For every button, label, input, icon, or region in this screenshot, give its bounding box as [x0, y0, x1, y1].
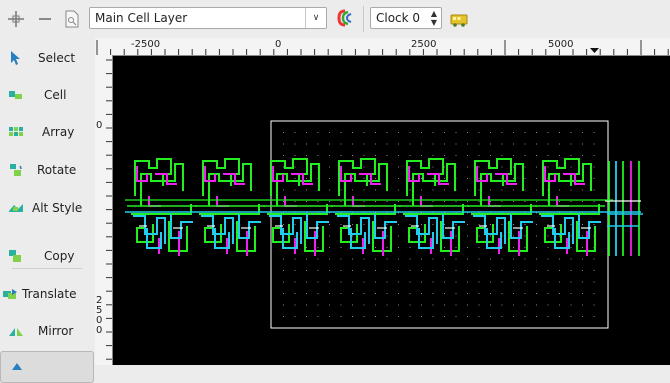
layer-select-value: Main Cell Layer [95, 11, 188, 25]
clock-spinbox[interactable]: Clock 0 ▲ ▼ [370, 7, 442, 29]
minus-icon[interactable] [35, 9, 55, 29]
alt-style-tool-label: Alt Style [32, 201, 83, 215]
horizontal-ruler: -2500 0 2500 5000 [95, 38, 670, 56]
cell-tool-button[interactable]: Cell [0, 80, 94, 110]
selection-box[interactable] [270, 120, 609, 329]
toolbar: Main Cell Layer ∨ Clock 0 ▲ ▼ [0, 0, 670, 38]
circuit-tail[interactable] [605, 161, 643, 256]
circuit-cell[interactable] [467, 158, 537, 256]
circuit-cell[interactable] [127, 158, 197, 256]
circuit-cell[interactable] [331, 158, 401, 256]
next-tool-button[interactable] [0, 351, 94, 383]
spin-arrows-icon[interactable]: ▲ ▼ [429, 9, 439, 27]
partial-tool-icon [12, 363, 22, 370]
copy-tool-label: Copy [44, 249, 75, 263]
layer-colors-icon[interactable] [335, 8, 355, 28]
translate-tool-button[interactable]: Translate [0, 279, 94, 309]
alt-style-icon [9, 204, 23, 212]
circuit-layout[interactable] [113, 56, 670, 365]
array-icon [9, 127, 23, 136]
document-icon[interactable] [62, 9, 82, 29]
circuit-cell[interactable] [263, 158, 333, 256]
circuit-cell[interactable] [399, 158, 469, 256]
select-tool-label: Select [38, 51, 76, 65]
translate-icon [3, 289, 17, 299]
layout-canvas[interactable] [113, 56, 670, 365]
select-tool-button[interactable]: Select [0, 43, 94, 73]
array-tool-button[interactable]: Array [0, 117, 94, 147]
ruler-label-2500: 2500 [411, 39, 437, 50]
cell-tool-label: Cell [44, 88, 67, 102]
vruler-label-0: 0 [96, 120, 103, 131]
layer-select[interactable]: Main Cell Layer ∨ [89, 7, 327, 29]
rotate-tool-button[interactable]: Rotate [0, 155, 94, 185]
ruler-marker-icon [590, 48, 599, 53]
chevron-down-icon[interactable]: ∨ [305, 8, 326, 28]
vruler-label-0c: 0 [96, 325, 103, 336]
select-arrow-icon [11, 51, 20, 65]
mirror-icon [9, 328, 23, 336]
cell-icon [9, 91, 22, 99]
ruler-label-5000: 5000 [548, 39, 574, 50]
crosshair-icon[interactable] [6, 9, 26, 29]
circuit-cell[interactable] [535, 158, 605, 256]
ruler-label-0: 0 [275, 39, 282, 50]
copy-icon [9, 250, 21, 262]
horizontal-ruler-ticks [96, 40, 669, 55]
ruler-label-minus2500: -2500 [131, 39, 161, 50]
translate-tool-label: Translate [22, 287, 77, 301]
copy-tool-button[interactable]: Copy [0, 241, 94, 271]
tool-sidebar: Select Cell Array Rotate Alt Style Copy … [0, 38, 95, 383]
toolbar-separator [363, 6, 364, 32]
clock-spinbox-value: Clock 0 [376, 11, 421, 25]
circuit-cell[interactable] [195, 158, 265, 256]
mirror-tool-button[interactable]: Mirror [0, 316, 94, 346]
rotate-icon [10, 164, 22, 176]
alt-style-tool-button[interactable]: Alt Style [0, 193, 94, 223]
rotate-tool-label: Rotate [37, 163, 77, 177]
array-tool-label: Array [42, 125, 75, 139]
bus-icon[interactable] [449, 10, 469, 30]
mirror-tool-label: Mirror [38, 324, 74, 338]
vertical-ruler: 0 2 5 0 0 [95, 55, 113, 365]
